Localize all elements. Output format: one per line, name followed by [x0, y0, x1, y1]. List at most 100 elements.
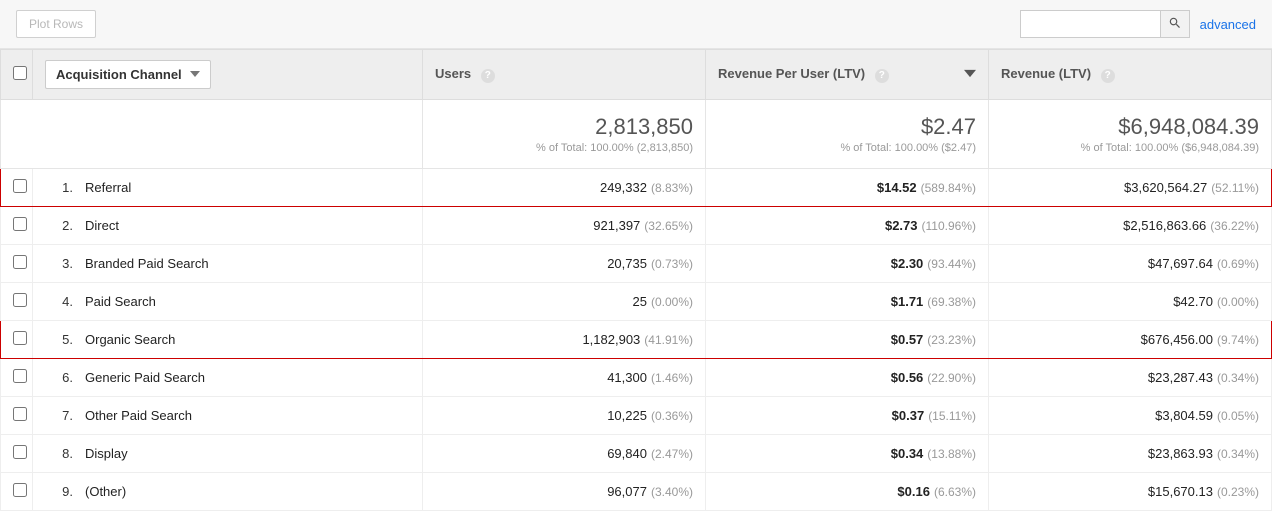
summary-users-sub: % of Total: 100.00% (2,813,850) — [435, 142, 693, 154]
row-rpu-pct: (13.88%) — [927, 447, 976, 461]
summary-rpu: $2.47 % of Total: 100.00% ($2.47) — [706, 100, 989, 169]
row-revenue-value: $3,620,564.27 — [1124, 180, 1207, 195]
row-rpu-pct: (15.11%) — [928, 409, 976, 423]
row-users-pct: (8.83%) — [651, 181, 693, 195]
row-channel-name[interactable]: Direct — [85, 218, 119, 233]
row-channel-name[interactable]: Generic Paid Search — [85, 370, 205, 385]
row-dimension-cell: 3.Branded Paid Search — [33, 245, 423, 283]
row-checkbox[interactable] — [13, 445, 27, 459]
row-users-pct: (0.73%) — [651, 257, 693, 271]
row-rpu-pct: (93.44%) — [927, 257, 976, 271]
row-revenue-pct: (0.00%) — [1217, 295, 1259, 309]
row-checkbox-cell — [1, 359, 33, 397]
row-checkbox[interactable] — [13, 217, 27, 231]
chevron-down-icon — [190, 67, 200, 82]
header-revenue[interactable]: Revenue (LTV) ? — [989, 50, 1272, 100]
row-checkbox-cell — [1, 169, 33, 207]
row-checkbox-cell — [1, 245, 33, 283]
row-channel-name[interactable]: Paid Search — [85, 294, 156, 309]
search-input[interactable] — [1020, 10, 1160, 38]
row-users-cell: 249,332 (8.83%) — [423, 169, 706, 207]
row-rpu-value: $14.52 — [877, 180, 917, 195]
row-rpu-value: $2.30 — [891, 256, 924, 271]
search-box — [1020, 10, 1190, 38]
header-dimension-cell: Acquisition Channel — [33, 50, 423, 100]
row-users-value: 249,332 — [600, 180, 647, 195]
row-dimension-cell: 8. Display — [33, 435, 423, 473]
help-icon[interactable]: ? — [481, 69, 495, 83]
row-users-value: 921,397 — [593, 218, 640, 233]
row-rpu-value: $0.57 — [891, 332, 924, 347]
header-users-label: Users — [435, 66, 471, 81]
table-row: 1.Referral249,332(8.83%)$14.52(589.84%)$… — [1, 169, 1272, 207]
header-revenue-label: Revenue (LTV) — [1001, 66, 1091, 81]
row-revenue-cell: $3,620,564.27(52.11%) — [989, 169, 1272, 207]
row-rpu-cell: $14.52(589.84%) — [706, 169, 989, 207]
summary-rev-value: $6,948,084.39 — [1001, 114, 1259, 140]
table-row: 4.Paid Search25(0.00%)$1.71(69.38%)$42.7… — [1, 283, 1272, 321]
row-rpu-cell: $0.37(15.11%) — [706, 397, 989, 435]
header-rpu-label: Revenue Per User (LTV) — [718, 66, 865, 81]
row-dimension-cell: 4. Paid Search — [33, 283, 423, 321]
row-checkbox[interactable] — [13, 369, 27, 383]
row-revenue-value: $47,697.64 — [1148, 256, 1213, 271]
row-checkbox[interactable] — [13, 331, 27, 345]
table-row: 2.Direct921,397(32.65%)$2.73(110.96%)$2,… — [1, 207, 1272, 245]
row-channel-name[interactable]: Branded Paid Search — [85, 256, 209, 271]
row-checkbox-cell — [1, 473, 33, 511]
search-button[interactable] — [1160, 10, 1190, 38]
row-checkbox-cell — [1, 207, 33, 245]
row-channel-name[interactable]: Organic Search — [85, 332, 175, 347]
row-revenue-value: $42.70 — [1173, 294, 1213, 309]
row-revenue-cell: $2,516,863.66(36.22%) — [989, 207, 1272, 245]
row-users-value: 20,735 — [607, 256, 647, 271]
row-checkbox[interactable] — [13, 483, 27, 497]
table-row: 9.(Other)96,077(3.40%)$0.16(6.63%)$15,67… — [1, 473, 1272, 511]
row-users-pct: (2.47%) — [651, 447, 693, 461]
dimension-selector[interactable]: Acquisition Channel — [45, 60, 211, 89]
row-rank: 8. — [45, 446, 73, 461]
row-checkbox[interactable] — [13, 293, 27, 307]
row-rank: 4. — [45, 294, 73, 309]
row-dimension-cell: 6. Generic Paid Search — [33, 359, 423, 397]
row-revenue-value: $3,804.59 — [1155, 408, 1213, 423]
row-users-cell: 96,077(3.40%) — [423, 473, 706, 511]
row-checkbox[interactable] — [13, 179, 27, 193]
help-icon[interactable]: ? — [1101, 69, 1115, 83]
row-revenue-cell: $23,863.93(0.34%) — [989, 435, 1272, 473]
row-users-pct: (32.65%) — [644, 219, 693, 233]
row-rpu-pct: (6.63%) — [934, 485, 976, 499]
row-channel-name[interactable]: Display — [85, 446, 128, 461]
row-checkbox[interactable] — [13, 255, 27, 269]
header-users[interactable]: Users ? — [423, 50, 706, 100]
row-revenue-pct: (9.74%) — [1217, 333, 1259, 347]
row-revenue-cell: $3,804.59(0.05%) — [989, 397, 1272, 435]
header-checkbox-cell — [1, 50, 33, 100]
row-users-cell: 41,300(1.46%) — [423, 359, 706, 397]
row-dimension-cell: 1.Referral — [33, 169, 423, 207]
row-channel-name[interactable]: (Other) — [85, 484, 126, 499]
summary-users: 2,813,850 % of Total: 100.00% (2,813,850… — [423, 100, 706, 169]
row-users-value: 25 — [633, 294, 647, 309]
header-revenue-per-user[interactable]: Revenue Per User (LTV) ? — [706, 50, 989, 100]
row-checkbox[interactable] — [13, 407, 27, 421]
row-revenue-value: $23,863.93 — [1148, 446, 1213, 461]
row-revenue-pct: (0.34%) — [1217, 371, 1259, 385]
row-rank: 6. — [45, 370, 73, 385]
row-rpu-value: $1.71 — [891, 294, 924, 309]
search-icon — [1168, 16, 1182, 33]
row-users-pct: (0.00%) — [651, 295, 693, 309]
data-table: Acquisition Channel Users ? Revenue Per … — [0, 49, 1272, 511]
advanced-link[interactable]: advanced — [1200, 17, 1256, 32]
row-users-value: 69,840 — [607, 446, 647, 461]
row-channel-name[interactable]: Other Paid Search — [85, 408, 192, 423]
row-rpu-pct: (23.23%) — [927, 333, 976, 347]
plot-rows-button[interactable]: Plot Rows — [16, 10, 96, 38]
help-icon[interactable]: ? — [875, 69, 889, 83]
row-revenue-cell: $23,287.43(0.34%) — [989, 359, 1272, 397]
row-rpu-cell: $0.16(6.63%) — [706, 473, 989, 511]
select-all-checkbox[interactable] — [13, 66, 27, 80]
row-channel-name[interactable]: Referral — [85, 180, 131, 195]
row-rank: 9. — [45, 484, 73, 499]
row-rpu-value: $0.37 — [892, 408, 925, 423]
